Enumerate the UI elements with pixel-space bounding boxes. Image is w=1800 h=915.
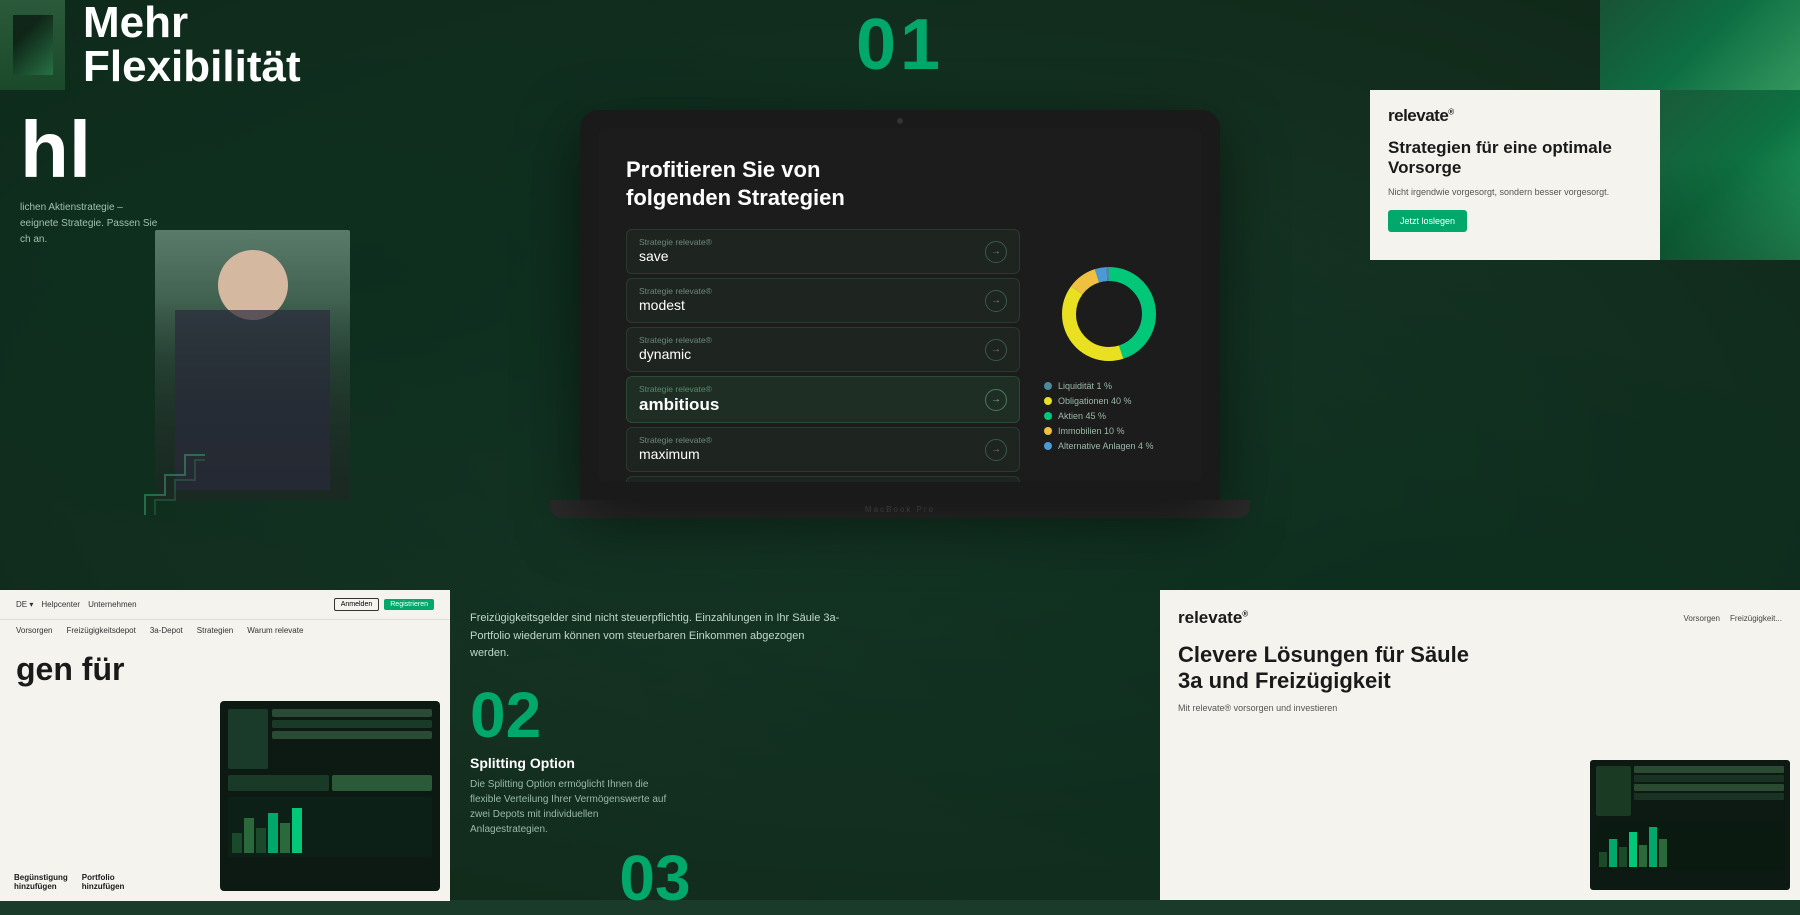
bottom-right-subtitle: Mit relevate® vorsorgen und investieren — [1178, 703, 1782, 713]
laptop-body: Profitieren Sie von folgenden Strategien… — [580, 110, 1220, 500]
legend-alternative: Alternative Anlagen 4 % — [1044, 441, 1174, 451]
strategy-save[interactable]: Strategie relevate® save → — [626, 229, 1020, 274]
nav-helpcenter[interactable]: Helpcenter — [41, 600, 80, 609]
laptop-base: MacBook Pro — [550, 500, 1250, 518]
bottom-left-title: gen für — [16, 651, 434, 688]
freizugigkeit-text: Freizügigkeitsgelder sind nicht steuerpf… — [470, 610, 840, 663]
laptop-container: Profitieren Sie von folgenden Strategien… — [580, 110, 1220, 540]
legend-dot — [1044, 442, 1052, 450]
left-headline: hl — [20, 110, 430, 190]
strategy-arrow[interactable]: → — [985, 290, 1007, 312]
subnav-vorsorgen[interactable]: Vorsorgen — [16, 626, 52, 635]
legend-liquiditat: Liquidität 1 % — [1044, 381, 1174, 391]
bottom-links: Begünstigunghinzufügen Portfoliohinzufüg… — [14, 873, 124, 891]
bottom-center-section: Freizügigkeitsgelder sind nicht steuerpf… — [450, 590, 860, 900]
subnav-strategien[interactable]: Strategien — [197, 626, 233, 635]
bottom-right-header: relevate® Vorsorgen Freizügigkeit... — [1178, 608, 1782, 628]
feature-02-text: Die Splitting Option ermöglicht Ihnen di… — [470, 777, 670, 837]
bottom-ui-screen — [220, 701, 440, 891]
subnav-freizugigkeit[interactable]: Freizügigkeitsdepot — [66, 626, 135, 635]
strategy-arrow[interactable]: → — [985, 439, 1007, 461]
section-number-01: 01 — [856, 0, 944, 90]
subnav-3a[interactable]: 3a-Depot — [150, 626, 183, 635]
feature-02-number: 02 — [470, 683, 840, 747]
feature-02-title: Splitting Option — [470, 755, 840, 771]
relevate-card: relevate® Vorsorgen Freizügigkeitsdep...… — [1370, 90, 1800, 260]
strategy-maximum[interactable]: Strategie relevate® maximum → — [626, 427, 1020, 472]
feature-03-number: 03 — [619, 841, 690, 915]
nav-unternehmen[interactable]: Unternehmen — [88, 600, 136, 609]
bottom-right-card: relevate® Vorsorgen Freizügigkeit... Cle… — [1160, 590, 1800, 900]
bottom-right-section: relevate® Vorsorgen Freizügigkeit... Cle… — [1160, 590, 1800, 900]
chart-legend: Liquidität 1 % Obligationen 40 % Aktien … — [1044, 381, 1174, 451]
bottom-nav-bar: DE ▾ Helpcenter Unternehmen Anmelden Reg… — [0, 590, 450, 619]
laptop-camera — [897, 118, 903, 124]
relevate-cta-button[interactable]: Jetzt loslegen — [1388, 210, 1467, 232]
bottom-left-section: DE ▾ Helpcenter Unternehmen Anmelden Reg… — [0, 590, 450, 900]
nav-register-button[interactable]: Registrieren — [384, 599, 434, 610]
relevate-card-photo — [1660, 90, 1800, 260]
right-column: relevate® Vorsorgen Freizügigkeitsdep...… — [1370, 90, 1800, 260]
feature-02: 02 Splitting Option Die Splitting Option… — [470, 683, 840, 837]
screen-content: Strategie relevate® save → Strategie rel… — [626, 229, 1174, 482]
bottom-content: gen für — [0, 641, 450, 901]
stair-icon — [135, 445, 215, 530]
bottom-right-logo: relevate® — [1178, 608, 1248, 628]
strategy-arrow[interactable]: → — [985, 389, 1007, 411]
bottom-right-mockup — [1590, 760, 1790, 890]
legend-dot — [1044, 382, 1052, 390]
relevate-card-title: Strategien für eine optimale Vorsorge — [1388, 138, 1618, 179]
nav-lang[interactable]: DE ▾ — [16, 600, 33, 609]
top-right-image — [1600, 0, 1800, 90]
bottom-subnav: Vorsorgen Freizügigkeitsdepot 3a-Depot S… — [0, 619, 450, 641]
top-left-image — [0, 0, 65, 90]
strategy-excited[interactable]: Strategie relevate® excited Bald für Sie… — [626, 476, 1020, 482]
legend-obligationen: Obligationen 40 % — [1044, 396, 1174, 406]
legend-immobilien: Immobilien 10 % — [1044, 426, 1174, 436]
strategy-list: Strategie relevate® save → Strategie rel… — [626, 229, 1020, 482]
laptop-screen: Profitieren Sie von folgenden Strategien… — [598, 128, 1202, 482]
strategy-ambitious[interactable]: Strategie relevate® ambitious → — [626, 376, 1020, 423]
legend-dot — [1044, 427, 1052, 435]
relevate-card-subtitle: Nicht irgendwie vorgesorgt, sondern bess… — [1388, 186, 1618, 199]
nav-login-button[interactable]: Anmelden — [334, 598, 380, 611]
left-middle-section: hl lichen Aktienstrategie – eeignete Str… — [0, 90, 450, 550]
subnav-warum[interactable]: Warum relevate — [247, 626, 303, 635]
legend-dot — [1044, 412, 1052, 420]
legend-dot — [1044, 397, 1052, 405]
top-left-title: Mehr Flexibilität — [83, 1, 301, 89]
bottom-right-title: Clevere Lösungen für Säule 3a und Freizü… — [1178, 642, 1498, 695]
strategy-modest[interactable]: Strategie relevate® modest → — [626, 278, 1020, 323]
chart-section: Liquidität 1 % Obligationen 40 % Aktien … — [1044, 259, 1174, 482]
relevate-logo: relevate® — [1388, 106, 1454, 126]
strategy-dynamic[interactable]: Strategie relevate® dynamic → — [626, 327, 1020, 372]
bottom-right-nav[interactable]: Vorsorgen Freizügigkeit... — [1684, 614, 1783, 623]
screen-title: Profitieren Sie von folgenden Strategien — [626, 156, 906, 211]
donut-chart — [1054, 259, 1164, 369]
strategy-arrow[interactable]: → — [985, 339, 1007, 361]
top-left-section: Mehr Flexibilität — [0, 0, 500, 90]
legend-aktien: Aktien 45 % — [1044, 411, 1174, 421]
strategy-arrow[interactable]: → — [985, 241, 1007, 263]
